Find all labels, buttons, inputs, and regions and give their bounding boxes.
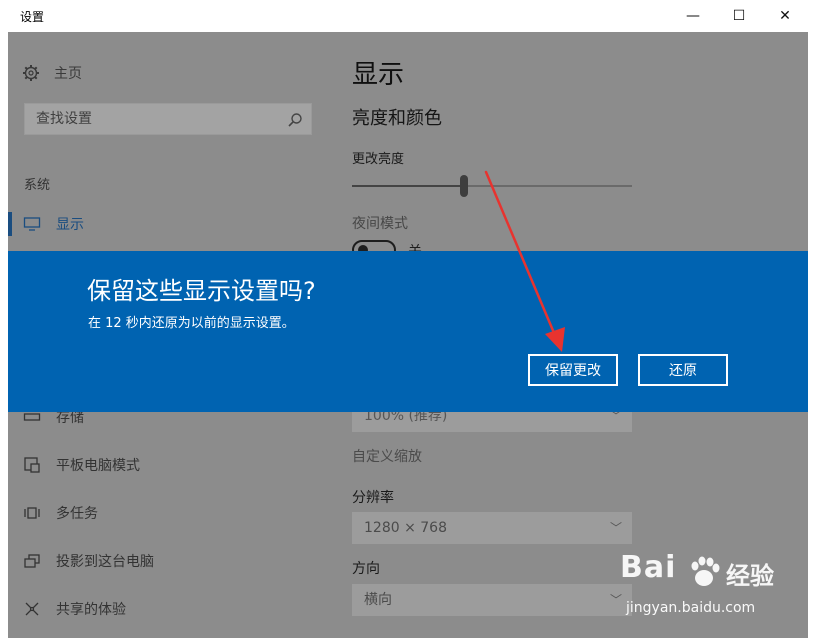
tablet-mode-icon (24, 457, 40, 473)
page-title: 显示 (352, 60, 405, 90)
sidebar-item-projecting[interactable]: 投影到这台电脑 (8, 541, 318, 581)
dialog-title: 保留这些显示设置吗? (87, 277, 316, 305)
chevron-down-icon: ﹀ (609, 521, 622, 535)
slider-thumb[interactable] (460, 175, 468, 197)
keep-display-settings-dialog: 保留这些显示设置吗? 在 12 秒内还原为以前的显示设置。 保留更改 还原 (8, 251, 808, 412)
resolution-label: 分辨率 (352, 490, 394, 506)
custom-scaling-link[interactable]: 自定义缩放 (352, 446, 422, 466)
paw-logo-icon (691, 556, 720, 586)
settings-client-area: 主页 系统 显示 存储 平板电脑模式 多任务 投影到这台电脑 共享的体验 显示 … (8, 32, 808, 638)
orientation-dropdown[interactable]: 横向 ﹀ (352, 584, 632, 616)
slider-fill (352, 185, 464, 187)
sidebar-item-shared-experiences[interactable]: 共享的体验 (8, 589, 318, 629)
multitasking-icon (24, 507, 40, 519)
monitor-icon (23, 217, 41, 231)
brightness-label: 更改亮度 (352, 152, 405, 167)
sidebar-item-tablet-mode[interactable]: 平板电脑模式 (8, 445, 318, 485)
minimize-button[interactable]: — (670, 0, 716, 32)
baidu-watermark: Bai 经验 jingyan.baidu.com (620, 550, 810, 630)
maximize-button[interactable]: ☐ (716, 0, 762, 32)
search-input[interactable] (25, 104, 275, 134)
watermark-brand-cn: 经验 (726, 562, 774, 590)
sidebar-item-label: 多任务 (56, 506, 98, 522)
watermark-brand: Bai (620, 550, 677, 585)
search-box[interactable] (24, 103, 312, 135)
window-border-right (808, 32, 816, 638)
sidebar-item-label: 显示 (56, 217, 84, 233)
night-mode-label: 夜间模式 (352, 216, 408, 232)
brightness-slider[interactable] (352, 175, 632, 199)
sidebar-item-label: 共享的体验 (56, 602, 126, 618)
keep-changes-button[interactable]: 保留更改 (528, 354, 618, 386)
title-bar: 设置 — ☐ ✕ (0, 0, 816, 32)
sidebar-item-display[interactable]: 显示 (8, 204, 318, 244)
sidebar-home-label: 主页 (54, 66, 82, 82)
revert-button[interactable]: 还原 (638, 354, 728, 386)
sidebar-item-label: 平板电脑模式 (56, 458, 140, 474)
projecting-icon (24, 554, 40, 568)
close-button[interactable]: ✕ (762, 0, 808, 32)
orientation-label: 方向 (352, 561, 380, 577)
sidebar-item-multitasking[interactable]: 多任务 (8, 493, 318, 533)
window-border-left (0, 32, 8, 638)
sidebar-section-system: 系统 (24, 178, 51, 193)
orientation-value: 横向 (364, 592, 392, 608)
resolution-dropdown[interactable]: 1280 × 768 ﹀ (352, 512, 632, 544)
search-icon[interactable] (287, 112, 303, 128)
shared-experiences-icon (25, 602, 39, 616)
sidebar-item-label: 投影到这台电脑 (56, 554, 154, 570)
window-title: 设置 (20, 10, 45, 24)
sidebar-home[interactable]: 主页 (22, 62, 82, 84)
watermark-url: jingyan.baidu.com (626, 600, 756, 616)
dialog-message: 在 12 秒内还原为以前的显示设置。 (88, 316, 295, 331)
gear-icon (23, 65, 39, 81)
section-heading-brightness-color: 亮度和颜色 (352, 108, 442, 129)
resolution-value: 1280 × 768 (364, 520, 447, 536)
